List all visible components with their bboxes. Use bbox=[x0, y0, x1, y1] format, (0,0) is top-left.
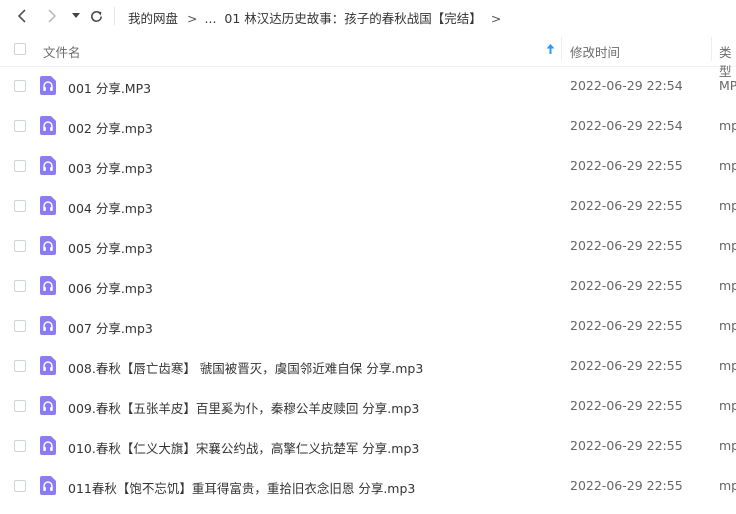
file-type: mp3 bbox=[719, 358, 736, 373]
column-divider[interactable] bbox=[711, 37, 712, 61]
file-modified-time: 2022-06-29 22:55 bbox=[570, 438, 683, 453]
audio-file-icon bbox=[40, 196, 56, 215]
row-checkbox[interactable] bbox=[14, 400, 26, 412]
audio-file-icon bbox=[40, 76, 56, 95]
table-row[interactable]: 003 分享.mp3 2022-06-29 22:55 mp3 bbox=[0, 146, 736, 186]
table-row[interactable]: 008.春秋【唇亡齿寒】 虢国被晋灭，虞国邻近难自保 分享.mp3 2022-0… bbox=[0, 346, 736, 386]
breadcrumb-root[interactable]: 我的网盘 bbox=[128, 8, 178, 27]
refresh-button[interactable] bbox=[86, 6, 106, 26]
toolbar: 我的网盘 >... 01 林汉达历史故事：孩子的春秋战国【完结】 > bbox=[0, 0, 736, 33]
file-name[interactable]: 001 分享.MP3 bbox=[68, 78, 151, 97]
breadcrumb-separator: > bbox=[187, 11, 198, 26]
file-modified-time: 2022-06-29 22:55 bbox=[570, 238, 683, 253]
row-checkbox[interactable] bbox=[14, 200, 26, 212]
row-checkbox[interactable] bbox=[14, 280, 26, 292]
file-name[interactable]: 008.春秋【唇亡齿寒】 虢国被晋灭，虞国邻近难自保 分享.mp3 bbox=[68, 358, 423, 377]
file-modified-time: 2022-06-29 22:55 bbox=[570, 318, 683, 333]
file-name[interactable]: 002 分享.mp3 bbox=[68, 118, 153, 137]
history-dropdown-button[interactable] bbox=[66, 6, 86, 26]
breadcrumb: 我的网盘 >... 01 林汉达历史故事：孩子的春秋战国【完结】 > bbox=[128, 8, 508, 27]
row-checkbox[interactable] bbox=[14, 120, 26, 132]
audio-file-icon bbox=[40, 236, 56, 255]
audio-file-icon bbox=[40, 116, 56, 135]
back-button[interactable] bbox=[12, 6, 32, 26]
file-type: mp3 bbox=[719, 318, 736, 333]
table-row[interactable]: 011春秋【饱不忘饥】重耳得富贵，重拾旧衣念旧恩 分享.mp3 2022-06-… bbox=[0, 466, 736, 506]
table-row[interactable]: 009.春秋【五张羊皮】百里奚为仆，秦穆公羊皮赎回 分享.mp3 2022-06… bbox=[0, 386, 736, 426]
file-type: mp3 bbox=[719, 198, 736, 213]
file-type: mp3 bbox=[719, 398, 736, 413]
toolbar-divider bbox=[114, 7, 115, 25]
file-name[interactable]: 009.春秋【五张羊皮】百里奚为仆，秦穆公羊皮赎回 分享.mp3 bbox=[68, 398, 419, 417]
table-row[interactable]: 005 分享.mp3 2022-06-29 22:55 mp3 bbox=[0, 226, 736, 266]
file-modified-time: 2022-06-29 22:55 bbox=[570, 198, 683, 213]
refresh-icon bbox=[90, 10, 102, 22]
row-checkbox[interactable] bbox=[14, 360, 26, 372]
column-header-modified[interactable]: 修改时间 bbox=[570, 42, 620, 61]
breadcrumb-current[interactable]: 01 林汉达历史故事：孩子的春秋战国【完结】 bbox=[224, 8, 481, 27]
breadcrumb-ellipsis[interactable]: ... bbox=[205, 11, 217, 26]
audio-file-icon bbox=[40, 316, 56, 335]
table-row[interactable]: 001 分享.MP3 2022-06-29 22:54 MP3 bbox=[0, 66, 736, 106]
file-name[interactable]: 003 分享.mp3 bbox=[68, 158, 153, 177]
file-type: mp3 bbox=[719, 438, 736, 453]
row-checkbox[interactable] bbox=[14, 80, 26, 92]
audio-file-icon bbox=[40, 276, 56, 295]
audio-file-icon bbox=[40, 156, 56, 175]
file-name[interactable]: 005 分享.mp3 bbox=[68, 238, 153, 257]
table-row[interactable]: 004 分享.mp3 2022-06-29 22:55 mp3 bbox=[0, 186, 736, 226]
forward-button[interactable] bbox=[42, 6, 62, 26]
table-header: 文件名 修改时间 类型 bbox=[0, 33, 736, 79]
file-modified-time: 2022-06-29 22:55 bbox=[570, 358, 683, 373]
table-row[interactable]: 010.春秋【仁义大旗】宋襄公约战，高擎仁义抗楚军 分享.mp3 2022-06… bbox=[0, 426, 736, 466]
file-type: mp3 bbox=[719, 118, 736, 133]
file-name[interactable]: 004 分享.mp3 bbox=[68, 198, 153, 217]
file-type: MP3 bbox=[719, 78, 736, 93]
column-divider[interactable] bbox=[561, 37, 562, 61]
row-checkbox[interactable] bbox=[14, 320, 26, 332]
caret-down-icon bbox=[72, 13, 80, 18]
file-modified-time: 2022-06-29 22:55 bbox=[570, 398, 683, 413]
file-modified-time: 2022-06-29 22:54 bbox=[570, 118, 683, 133]
chevron-right-icon bbox=[48, 9, 57, 23]
file-type: mp3 bbox=[719, 478, 736, 493]
select-all-checkbox[interactable] bbox=[14, 43, 26, 55]
file-type: mp3 bbox=[719, 158, 736, 173]
audio-file-icon bbox=[40, 356, 56, 375]
chevron-left-icon bbox=[17, 9, 26, 23]
file-name[interactable]: 007 分享.mp3 bbox=[68, 318, 153, 337]
file-name[interactable]: 011春秋【饱不忘饥】重耳得富贵，重拾旧衣念旧恩 分享.mp3 bbox=[68, 478, 415, 497]
audio-file-icon bbox=[40, 476, 56, 495]
row-checkbox[interactable] bbox=[14, 480, 26, 492]
row-checkbox[interactable] bbox=[14, 440, 26, 452]
file-modified-time: 2022-06-29 22:54 bbox=[570, 78, 683, 93]
file-name[interactable]: 006 分享.mp3 bbox=[68, 278, 153, 297]
table-row[interactable]: 002 分享.mp3 2022-06-29 22:54 mp3 bbox=[0, 106, 736, 146]
row-checkbox[interactable] bbox=[14, 160, 26, 172]
file-modified-time: 2022-06-29 22:55 bbox=[570, 158, 683, 173]
row-checkbox[interactable] bbox=[14, 240, 26, 252]
column-header-name[interactable]: 文件名 bbox=[43, 42, 81, 61]
breadcrumb-trailing-separator[interactable]: > bbox=[491, 11, 501, 26]
sort-ascending-icon[interactable] bbox=[546, 44, 555, 54]
file-type: mp3 bbox=[719, 238, 736, 253]
table-row[interactable]: 007 分享.mp3 2022-06-29 22:55 mp3 bbox=[0, 306, 736, 346]
file-modified-time: 2022-06-29 22:55 bbox=[570, 278, 683, 293]
table-row[interactable]: 006 分享.mp3 2022-06-29 22:55 mp3 bbox=[0, 266, 736, 306]
file-type: mp3 bbox=[719, 278, 736, 293]
audio-file-icon bbox=[40, 436, 56, 455]
file-modified-time: 2022-06-29 22:55 bbox=[570, 478, 683, 493]
audio-file-icon bbox=[40, 396, 56, 415]
file-name[interactable]: 010.春秋【仁义大旗】宋襄公约战，高擎仁义抗楚军 分享.mp3 bbox=[68, 438, 419, 457]
